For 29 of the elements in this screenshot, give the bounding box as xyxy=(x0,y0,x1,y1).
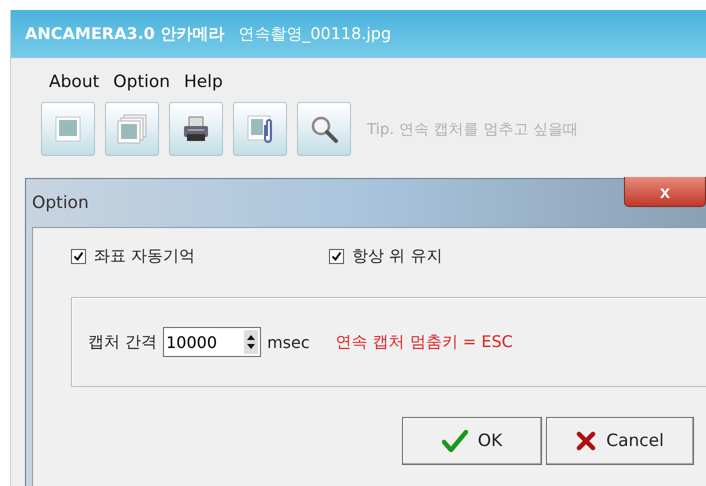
hotkey-note: 연속 캡처 멈춤키 = ESC xyxy=(336,332,513,352)
checkmark-icon xyxy=(442,430,468,452)
picture-frame-icon xyxy=(53,114,83,144)
checkbox[interactable] xyxy=(329,249,344,264)
window-title: ANCAMERA3.0 안카메라 xyxy=(25,24,224,44)
ok-button[interactable]: OK xyxy=(402,417,542,465)
menu-item[interactable]: Help xyxy=(184,72,223,92)
toolbar-button[interactable] xyxy=(169,102,223,156)
menu-item[interactable]: About xyxy=(49,72,100,92)
close-button[interactable]: x xyxy=(624,177,706,207)
printer-icon xyxy=(181,114,211,144)
menu-item[interactable]: Option xyxy=(113,72,170,92)
interval-label: 캡처 간격 xyxy=(88,332,158,352)
paperclip-frame-icon xyxy=(245,113,275,145)
toolbar-button[interactable] xyxy=(233,102,287,156)
dialog-title: Option xyxy=(32,193,89,213)
unit-label: msec xyxy=(267,332,310,352)
stacked-frames-icon xyxy=(116,113,148,145)
checkbox-label: 좌표 자동기억 xyxy=(94,246,196,267)
search-icon xyxy=(309,114,339,144)
checkbox-label: 항상 위 유지 xyxy=(352,246,442,267)
cross-icon xyxy=(576,431,596,451)
toolbar-button[interactable] xyxy=(297,102,351,156)
file-name: 연속촬영_00118.jpg xyxy=(238,24,392,44)
cancel-button[interactable]: Cancel xyxy=(546,417,694,465)
spin-arrows-icon xyxy=(244,330,258,354)
interval-spinbox[interactable]: 10000 xyxy=(163,327,262,357)
checkbox[interactable] xyxy=(71,249,86,264)
tip-text: Tip. 연속 캡처를 멈추고 싶을때 xyxy=(367,120,578,138)
